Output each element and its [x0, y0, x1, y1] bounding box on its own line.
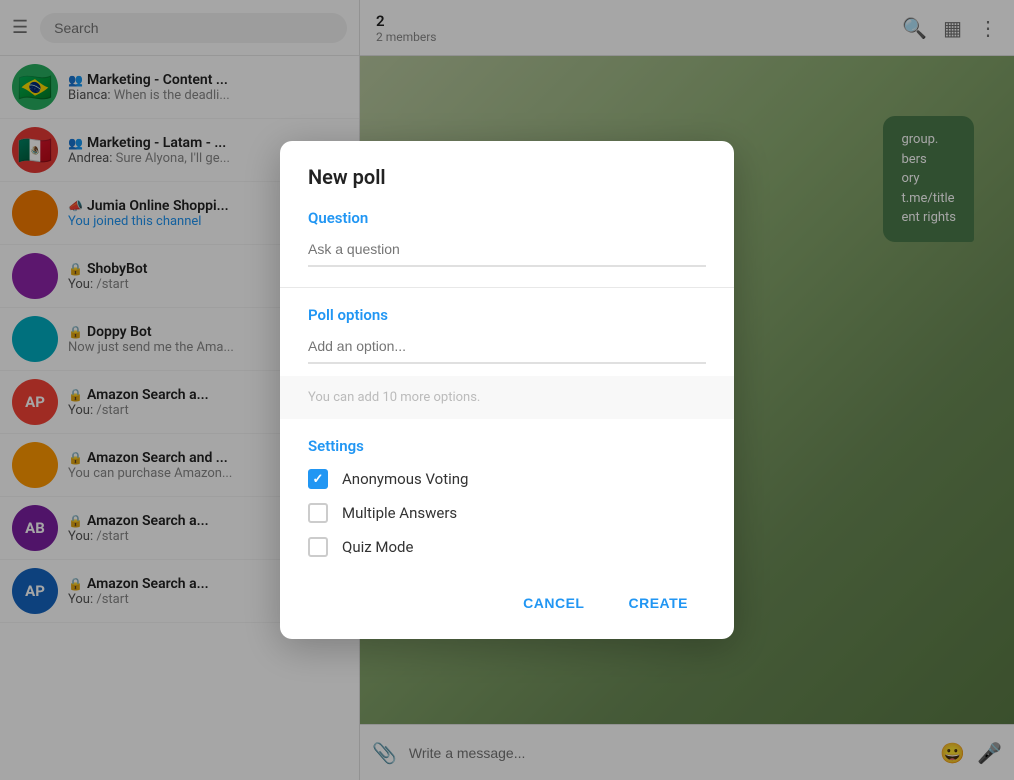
checkbox-quiz[interactable] — [308, 537, 328, 557]
dialog-body: New poll Question Poll options You can a… — [280, 141, 734, 557]
settings-section-label: Settings — [308, 437, 706, 455]
settings-section: Settings Anonymous Voting Multiple Answer… — [308, 419, 706, 557]
checkbox-row-multi[interactable]: Multiple Answers — [308, 503, 706, 523]
question-input[interactable] — [308, 237, 706, 267]
checkbox-multi[interactable] — [308, 503, 328, 523]
dialog-overlay: New poll Question Poll options You can a… — [0, 0, 1014, 780]
option-hint: You can add 10 more options. — [280, 376, 734, 419]
checkbox-label-anon: Anonymous Voting — [342, 470, 468, 488]
checkbox-row-anon[interactable]: Anonymous Voting — [308, 469, 706, 489]
dialog-footer: CANCEL CREATE — [280, 571, 734, 639]
add-option-input[interactable] — [308, 334, 706, 364]
divider — [280, 287, 734, 288]
checkbox-row-quiz[interactable]: Quiz Mode — [308, 537, 706, 557]
checkbox-label-multi: Multiple Answers — [342, 504, 457, 522]
new-poll-dialog: New poll Question Poll options You can a… — [280, 141, 734, 639]
poll-options-section-label: Poll options — [308, 306, 706, 324]
dialog-title: New poll — [308, 165, 706, 189]
cancel-button[interactable]: CANCEL — [505, 587, 602, 619]
checkbox-label-quiz: Quiz Mode — [342, 538, 413, 556]
question-section-label: Question — [308, 209, 706, 227]
checkbox-anon[interactable] — [308, 469, 328, 489]
create-button[interactable]: CREATE — [610, 587, 706, 619]
